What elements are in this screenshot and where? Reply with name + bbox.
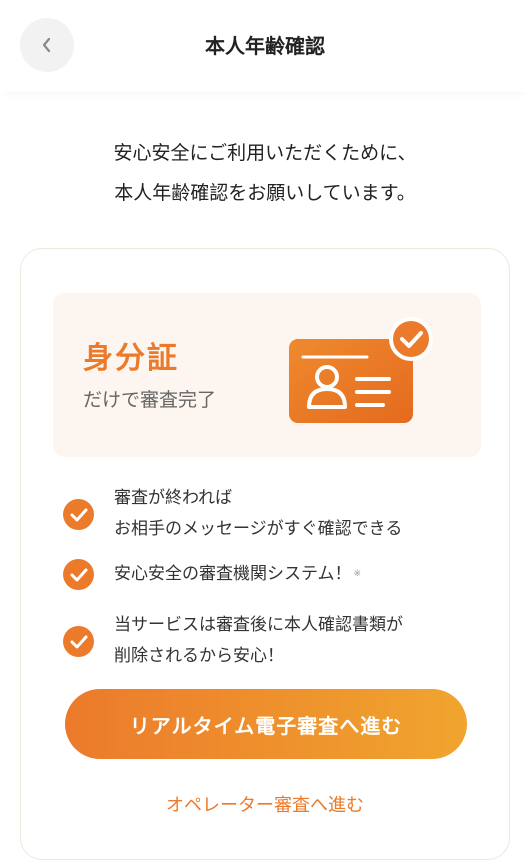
benefit-line: 安心安全の審査機関システム！: [114, 564, 352, 584]
check-circle-icon: [63, 498, 94, 530]
benefit-item: 当サービスは審査後に本人確認書類が 削除されるから安心！: [63, 610, 483, 672]
benefit-text: 当サービスは審査後に本人確認書類が 削除されるから安心！: [114, 610, 403, 672]
benefit-text: 審査が終われば お相手のメッセージがすぐ確認できる: [114, 483, 402, 545]
check-circle-icon: [63, 559, 94, 590]
id-card-check-icon: [289, 317, 433, 423]
benefit-line: 当サービスは審査後に本人確認書類が: [114, 615, 403, 635]
realtime-review-button[interactable]: リアルタイム電子審査へ進む: [65, 689, 467, 759]
intro-line-1: 安心安全にご利用いただくために、: [113, 142, 417, 164]
check-circle-icon: [63, 625, 94, 657]
benefit-item: 審査が終われば お相手のメッセージがすぐ確認できる: [63, 483, 483, 545]
intro-line-2: 本人年齢確認をお願いしています。: [114, 182, 416, 204]
intro-text: 安心安全にご利用いただくために、 本人年齢確認をお願いしています。: [0, 133, 530, 213]
header-bar: 本人年齢確認: [0, 0, 530, 92]
benefit-line: 審査が終われば: [114, 488, 233, 508]
id-promo-banner: 身分証 だけで審査完了: [53, 293, 481, 457]
benefit-line: お相手のメッセージがすぐ確認できる: [114, 519, 403, 539]
operator-review-link[interactable]: オペレーター審査へ進む: [21, 791, 509, 817]
benefit-text: 安心安全の審査機関システム！ ※: [114, 559, 361, 590]
page-title: 本人年齢確認: [205, 34, 325, 58]
benefit-item: 安心安全の審査機関システム！ ※: [63, 559, 483, 590]
verification-card: 身分証 だけで審査完了 審査が終われば お相手のメッセージがすぐ確認できる 安心…: [20, 248, 510, 860]
footnote-mark: ※: [353, 569, 362, 579]
promo-title: 身分証: [83, 341, 179, 376]
benefit-line: 削除されるから安心！: [114, 646, 284, 666]
promo-subtitle: だけで審査完了: [83, 389, 217, 411]
